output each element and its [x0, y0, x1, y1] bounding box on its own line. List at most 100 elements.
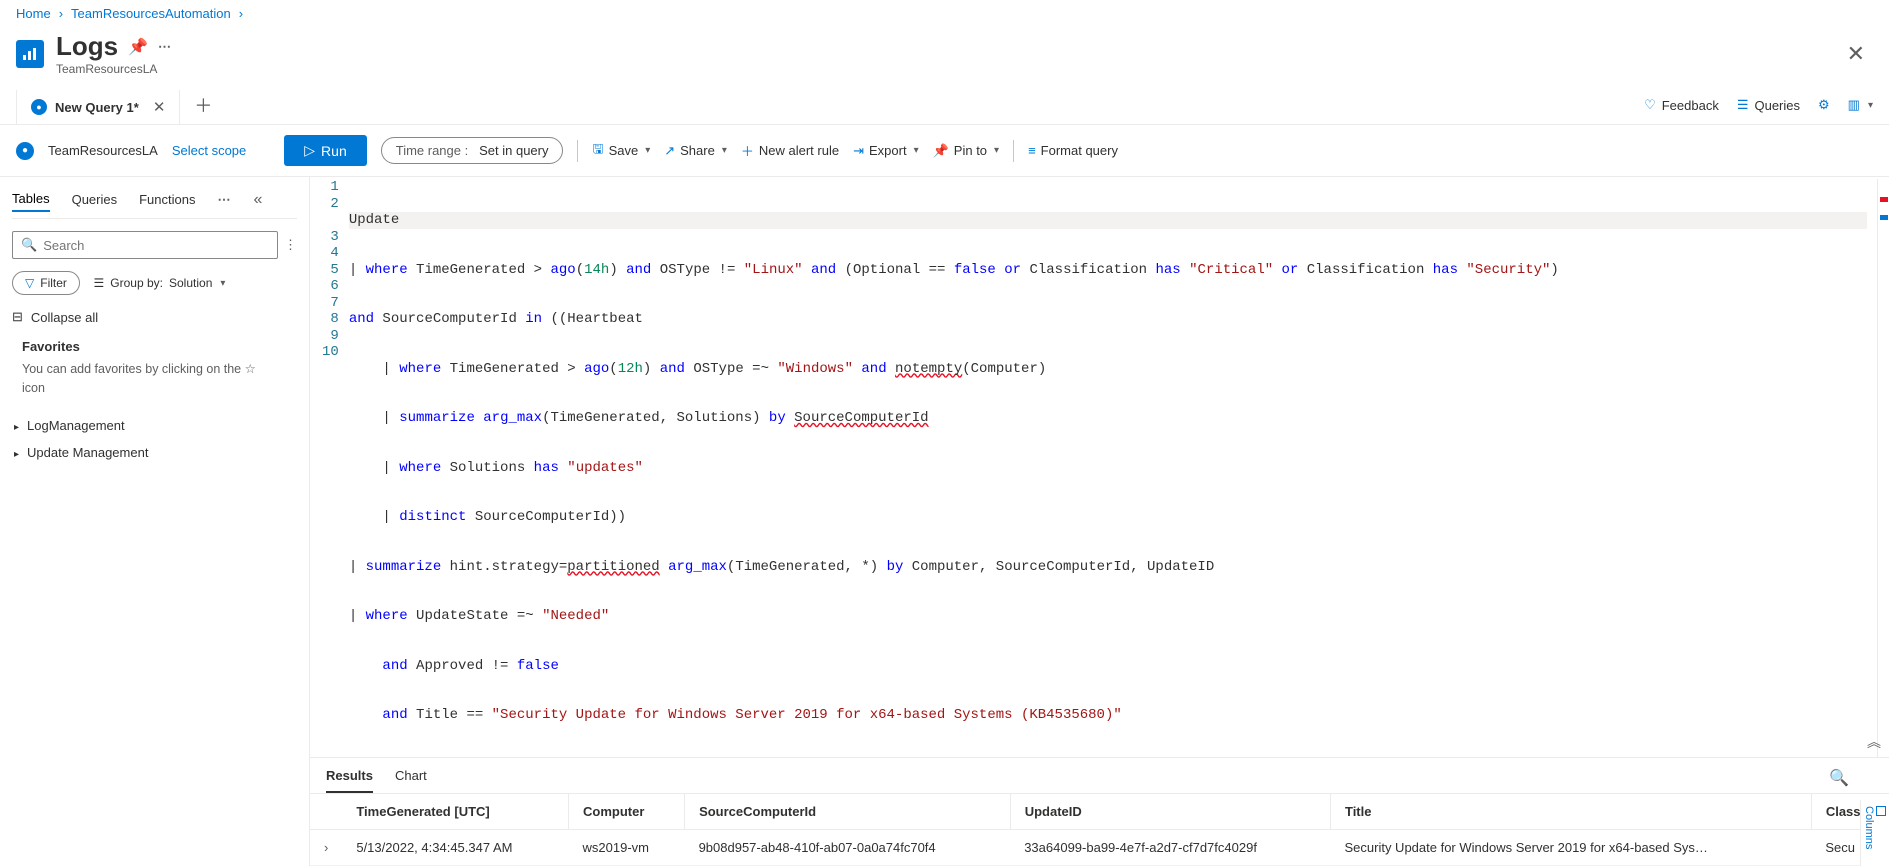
page-subtitle: TeamResourcesLA [56, 62, 1827, 76]
col-title[interactable]: Title [1330, 794, 1811, 830]
share-button[interactable]: ↗Share▾ [664, 143, 727, 159]
separator [1013, 140, 1014, 162]
col-timegenerated[interactable]: TimeGenerated [UTC] [342, 794, 568, 830]
logs-icon [16, 40, 44, 68]
scroll-up-icon[interactable]: ︽ [1867, 736, 1881, 753]
filter-label: Filter [40, 276, 67, 290]
chevron-right-icon: › [59, 6, 63, 21]
chevron-down-icon: ▾ [994, 145, 999, 156]
query-tab-icon: ● [31, 99, 47, 115]
queries-icon: ☰ [1737, 97, 1749, 113]
tree-item-logmanagement[interactable]: LogManagement [12, 412, 297, 439]
new-alert-button[interactable]: ＋New alert rule [741, 141, 839, 160]
collapse-sidebar-icon[interactable]: « [253, 191, 262, 209]
chevron-down-icon: ▾ [1868, 100, 1873, 111]
sidebar-tab-tables[interactable]: Tables [12, 187, 50, 212]
results-pane: Results Chart 🔍 Columns TimeGenerated [U… [310, 757, 1889, 866]
time-range-label: Time range : [396, 143, 469, 158]
col-sourcecomputerid[interactable]: SourceComputerId [685, 794, 1011, 830]
editor-overview-ruler [1877, 179, 1889, 757]
favorites-section: Favorites You can add favorites by click… [22, 339, 297, 398]
tab-label: New Query 1* [55, 100, 139, 115]
more-icon[interactable]: ⋯ [158, 39, 172, 55]
main: Tables Queries Functions ⋯ « 🔍 ⋮ ▽ Filte… [0, 177, 1889, 866]
share-icon: ↗ [664, 143, 675, 159]
panel-toggle[interactable]: ▥ ▾ [1848, 97, 1873, 113]
sidebar-more-icon[interactable]: ⋮ [284, 237, 297, 253]
pin-icon: 📌 [933, 143, 949, 159]
collapse-all-label: Collapse all [31, 310, 98, 325]
export-icon: ⇥ [853, 143, 864, 159]
add-tab-button[interactable]: ＋ [188, 86, 218, 124]
editor-gutter: 12345678910 [310, 179, 349, 757]
more-icon[interactable]: ⋯ [217, 192, 231, 208]
queries-label: Queries [1754, 98, 1800, 113]
feedback-label: Feedback [1662, 98, 1719, 113]
feedback-button[interactable]: ♡ Feedback [1644, 97, 1719, 113]
save-button[interactable]: 🖫Save▾ [592, 140, 650, 162]
tab-new-query[interactable]: ● New Query 1* ✕ [16, 88, 180, 124]
save-icon: 🖫 [592, 140, 603, 162]
cell-updateid: 33a64099-ba99-4e7f-a2d7-cf7d7fc4029f [1010, 829, 1330, 865]
search-input[interactable] [43, 238, 269, 253]
pin-to-button[interactable]: 📌 Pin to ▾ [933, 143, 999, 159]
cell-computer: ws2019-vm [569, 829, 685, 865]
cell-title: Security Update for Windows Server 2019 … [1330, 829, 1811, 865]
sidebar-tab-functions[interactable]: Functions [139, 188, 195, 211]
results-search-icon[interactable]: 🔍 [1829, 768, 1849, 788]
format-label: Format query [1041, 143, 1118, 158]
group-label: Group by: [110, 276, 163, 290]
results-tab-results[interactable]: Results [326, 768, 373, 793]
run-button[interactable]: ▷ Run [284, 135, 366, 166]
format-query-button[interactable]: ≡ Format query [1028, 143, 1118, 158]
columns-panel-toggle[interactable]: Columns [1860, 800, 1889, 866]
group-by-selector[interactable]: ☰ Group by: Solution ▾ [94, 276, 226, 290]
select-scope-link[interactable]: Select scope [172, 143, 246, 158]
page-title: Logs [56, 31, 118, 62]
toolbar: ● TeamResourcesLA Select scope ▷ Run Tim… [0, 125, 1889, 177]
time-range-picker[interactable]: Time range : Set in query [381, 137, 564, 164]
content: 12345678910 Update | where TimeGenerated… [310, 177, 1889, 866]
settings-icon[interactable]: ⚙ [1818, 97, 1830, 113]
table-row[interactable]: › 5/13/2022, 4:34:45.347 AM ws2019-vm 9b… [310, 829, 1889, 865]
export-label: Export [869, 143, 907, 158]
filter-icon: ▽ [25, 276, 34, 290]
page-header: Logs 📌 ⋯ TeamResourcesLA ✕ [0, 27, 1889, 86]
pin-label: Pin to [954, 143, 987, 158]
save-label: Save [609, 143, 639, 158]
cell-timegenerated: 5/13/2022, 4:34:45.347 AM [342, 829, 568, 865]
panel-icon: ▥ [1848, 97, 1860, 113]
chevron-down-icon: ▾ [914, 145, 919, 156]
chevron-down-icon: ▾ [722, 145, 727, 156]
heart-icon: ♡ [1644, 97, 1656, 113]
expand-row-icon[interactable]: › [310, 829, 342, 865]
breadcrumb-home[interactable]: Home [16, 6, 51, 21]
filter-button[interactable]: ▽ Filter [12, 271, 80, 295]
pin-icon[interactable]: 📌 [128, 37, 148, 57]
results-table: TimeGenerated [UTC] Computer SourceCompu… [310, 794, 1889, 866]
tree-item-updatemanagement[interactable]: Update Management [12, 439, 297, 466]
col-computer[interactable]: Computer [569, 794, 685, 830]
results-tab-chart[interactable]: Chart [395, 768, 427, 793]
group-icon: ☰ [94, 276, 105, 290]
queries-button[interactable]: ☰ Queries [1737, 97, 1800, 113]
scope-name: TeamResourcesLA [48, 143, 158, 158]
col-updateid[interactable]: UpdateID [1010, 794, 1330, 830]
query-editor[interactable]: 12345678910 Update | where TimeGenerated… [310, 177, 1889, 757]
sidebar: Tables Queries Functions ⋯ « 🔍 ⋮ ▽ Filte… [0, 177, 310, 866]
close-tab-icon[interactable]: ✕ [147, 98, 166, 116]
chevron-right-icon: › [239, 6, 243, 21]
breadcrumb-resource[interactable]: TeamResourcesAutomation [71, 6, 231, 21]
editor-code[interactable]: Update | where TimeGenerated > ago(14h) … [349, 179, 1877, 757]
close-icon[interactable]: ✕ [1839, 41, 1873, 67]
scope-icon: ● [16, 142, 34, 160]
cell-sourcecomputerid: 9b08d957-ab48-410f-ab07-0a0a74fc70f4 [685, 829, 1011, 865]
collapse-all-button[interactable]: ⊟ Collapse all [12, 309, 297, 325]
table-header-row: TimeGenerated [UTC] Computer SourceCompu… [310, 794, 1889, 830]
alert-label: New alert rule [759, 143, 839, 158]
format-icon: ≡ [1028, 143, 1036, 158]
sidebar-tab-queries[interactable]: Queries [72, 188, 118, 211]
export-button[interactable]: ⇥ Export ▾ [853, 143, 919, 159]
time-range-value: Set in query [479, 143, 548, 158]
chevron-down-icon: ▾ [220, 278, 225, 289]
